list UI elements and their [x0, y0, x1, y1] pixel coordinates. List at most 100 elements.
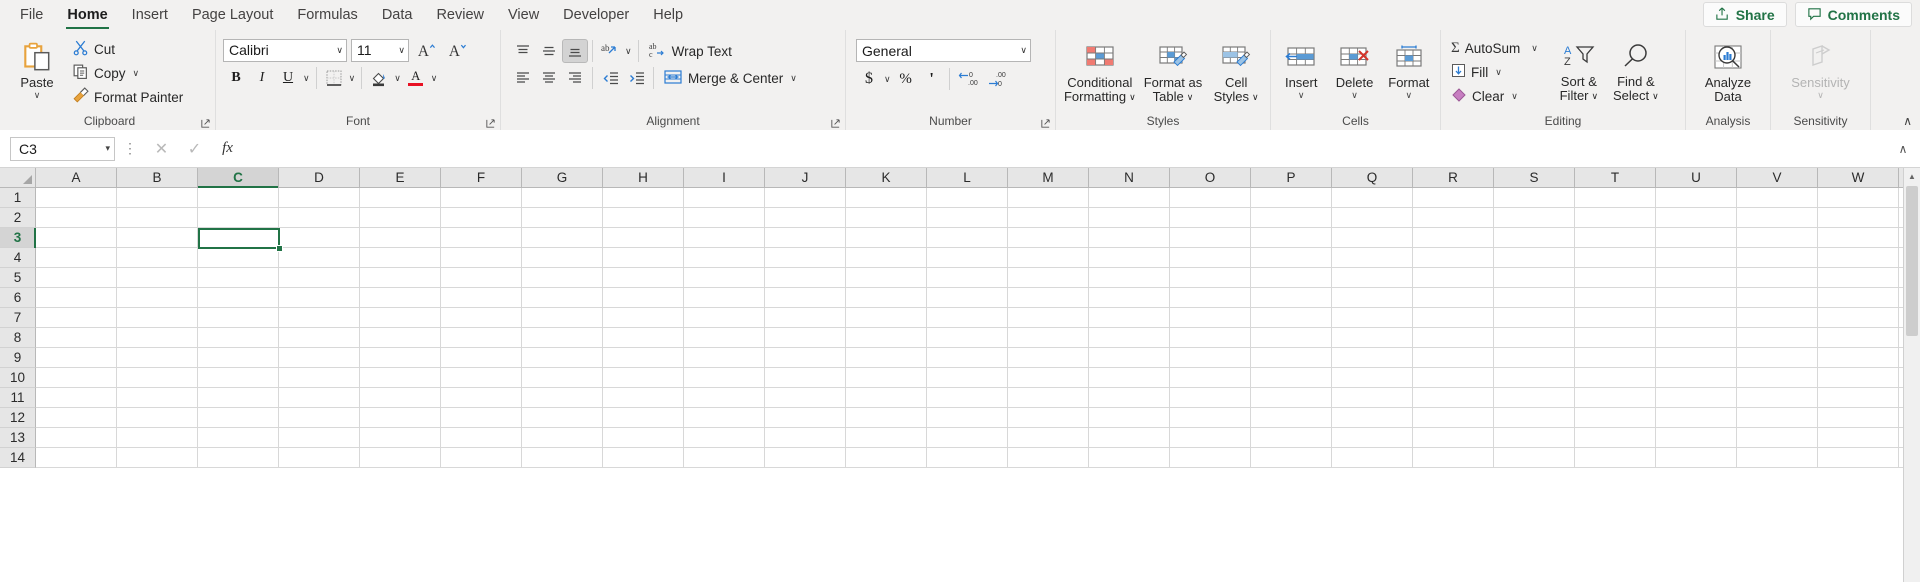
cell-S13[interactable] — [1494, 428, 1575, 448]
cell-T8[interactable] — [1575, 328, 1656, 348]
column-header-G[interactable]: G — [522, 168, 603, 188]
cell-E9[interactable] — [360, 348, 441, 368]
cell-U14[interactable] — [1656, 448, 1737, 468]
clear-caret[interactable]: ∨ — [1509, 91, 1520, 102]
cell-W7[interactable] — [1818, 308, 1899, 328]
cell-S1[interactable] — [1494, 188, 1575, 208]
cell-V3[interactable] — [1737, 228, 1818, 248]
cell-F10[interactable] — [441, 368, 522, 388]
cell-G6[interactable] — [522, 288, 603, 308]
cell-I9[interactable] — [684, 348, 765, 368]
align-left-button[interactable] — [510, 66, 536, 90]
cell-P2[interactable] — [1251, 208, 1332, 228]
row-header-6[interactable]: 6 — [0, 288, 36, 308]
cell-L14[interactable] — [927, 448, 1008, 468]
cell-D9[interactable] — [279, 348, 360, 368]
cell-U8[interactable] — [1656, 328, 1737, 348]
insert-cells-button[interactable]: Insert ∨ — [1276, 37, 1326, 103]
cell-F2[interactable] — [441, 208, 522, 228]
underline-button[interactable]: U — [275, 66, 301, 90]
column-header-P[interactable]: P — [1251, 168, 1332, 188]
cell-K12[interactable] — [846, 408, 927, 428]
cell-S3[interactable] — [1494, 228, 1575, 248]
cell-S12[interactable] — [1494, 408, 1575, 428]
cell-A10[interactable] — [36, 368, 117, 388]
cell-A7[interactable] — [36, 308, 117, 328]
ribbon-tab-formulas[interactable]: Formulas — [286, 2, 368, 28]
cell-Q2[interactable] — [1332, 208, 1413, 228]
cell-G5[interactable] — [522, 268, 603, 288]
cell-G12[interactable] — [522, 408, 603, 428]
italic-button[interactable]: I — [249, 66, 275, 90]
cell-W4[interactable] — [1818, 248, 1899, 268]
ribbon-tab-file[interactable]: File — [9, 2, 54, 28]
cell-H3[interactable] — [603, 228, 684, 248]
cell-V14[interactable] — [1737, 448, 1818, 468]
cell-L5[interactable] — [927, 268, 1008, 288]
cell-C1[interactable] — [198, 188, 279, 208]
column-header-I[interactable]: I — [684, 168, 765, 188]
cell-M3[interactable] — [1008, 228, 1089, 248]
clear-button[interactable]: Clear ∨ — [1446, 84, 1545, 108]
font-color-caret[interactable]: ∨ — [429, 73, 440, 84]
cell-A14[interactable] — [36, 448, 117, 468]
column-header-A[interactable]: A — [36, 168, 117, 188]
cell-N2[interactable] — [1089, 208, 1170, 228]
cell-E14[interactable] — [360, 448, 441, 468]
cell-Q6[interactable] — [1332, 288, 1413, 308]
cell-I13[interactable] — [684, 428, 765, 448]
cell-C6[interactable] — [198, 288, 279, 308]
conditional-formatting-button[interactable]: Conditional Formatting∨ — [1061, 37, 1139, 107]
cell-I11[interactable] — [684, 388, 765, 408]
column-header-E[interactable]: E — [360, 168, 441, 188]
cell-O5[interactable] — [1170, 268, 1251, 288]
cell-E6[interactable] — [360, 288, 441, 308]
cell-T2[interactable] — [1575, 208, 1656, 228]
align-top-button[interactable] — [510, 39, 536, 63]
cell-D14[interactable] — [279, 448, 360, 468]
cell-J10[interactable] — [765, 368, 846, 388]
cell-O13[interactable] — [1170, 428, 1251, 448]
decrease-indent-button[interactable] — [597, 66, 623, 90]
cell-W5[interactable] — [1818, 268, 1899, 288]
cell-O8[interactable] — [1170, 328, 1251, 348]
row-header-5[interactable]: 5 — [0, 268, 36, 288]
cell-O11[interactable] — [1170, 388, 1251, 408]
cell-I6[interactable] — [684, 288, 765, 308]
cell-L10[interactable] — [927, 368, 1008, 388]
cell-K5[interactable] — [846, 268, 927, 288]
cell-C10[interactable] — [198, 368, 279, 388]
cell-R6[interactable] — [1413, 288, 1494, 308]
cell-U2[interactable] — [1656, 208, 1737, 228]
cell-P12[interactable] — [1251, 408, 1332, 428]
comma-format-button[interactable]: ' — [919, 67, 945, 91]
cell-V9[interactable] — [1737, 348, 1818, 368]
cell-J6[interactable] — [765, 288, 846, 308]
cell-B9[interactable] — [117, 348, 198, 368]
cell-S6[interactable] — [1494, 288, 1575, 308]
cell-J1[interactable] — [765, 188, 846, 208]
cell-P1[interactable] — [1251, 188, 1332, 208]
cell-S10[interactable] — [1494, 368, 1575, 388]
cell-S14[interactable] — [1494, 448, 1575, 468]
cell-W2[interactable] — [1818, 208, 1899, 228]
cell-A5[interactable] — [36, 268, 117, 288]
ribbon-tab-view[interactable]: View — [497, 2, 550, 28]
row-header-12[interactable]: 12 — [0, 408, 36, 428]
cell-N13[interactable] — [1089, 428, 1170, 448]
font-dialog-launcher[interactable] — [485, 118, 496, 129]
column-header-N[interactable]: N — [1089, 168, 1170, 188]
format-cells-caret[interactable]: ∨ — [1406, 91, 1413, 100]
cell-O4[interactable] — [1170, 248, 1251, 268]
increase-indent-button[interactable] — [623, 66, 649, 90]
column-header-K[interactable]: K — [846, 168, 927, 188]
cell-T13[interactable] — [1575, 428, 1656, 448]
cell-styles-caret[interactable]: ∨ — [1252, 90, 1259, 104]
paste-button[interactable]: Paste ∨ — [9, 37, 65, 103]
row-header-8[interactable]: 8 — [0, 328, 36, 348]
ribbon-tab-review[interactable]: Review — [425, 2, 495, 28]
delete-cells-caret[interactable]: ∨ — [1351, 91, 1358, 100]
cell-F11[interactable] — [441, 388, 522, 408]
borders-button[interactable] — [321, 66, 347, 90]
cell-V13[interactable] — [1737, 428, 1818, 448]
